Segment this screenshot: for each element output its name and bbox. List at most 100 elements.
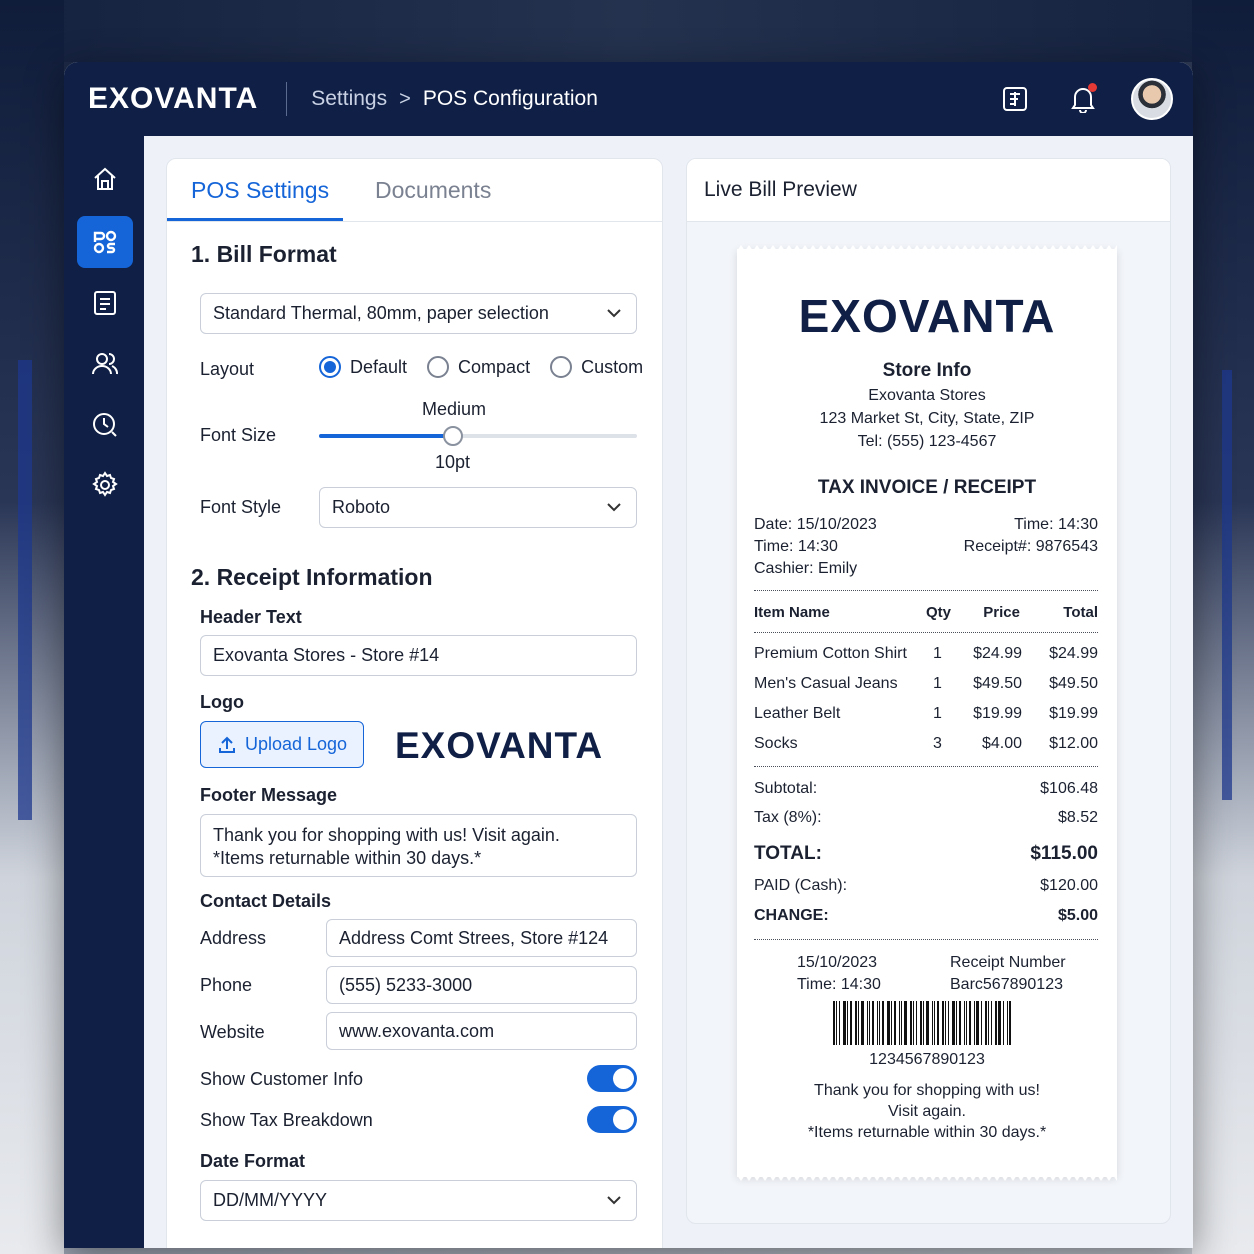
item-name: Premium Cotton Shirt	[754, 645, 907, 662]
address-input[interactable]: Address Comt Strees, Store #124	[326, 919, 637, 957]
sidebar-item-pos[interactable]	[77, 216, 133, 268]
top-icons	[995, 78, 1173, 120]
barcode-bar	[887, 1001, 890, 1045]
footer-line-2: *Items returnable within 30 days.*	[213, 848, 482, 868]
tax-label: Tax (8%):	[754, 809, 822, 826]
barcode-bar	[988, 1001, 989, 1045]
barcode-bar	[899, 1001, 900, 1045]
barcode-bar	[847, 1001, 848, 1045]
show-customer-info-toggle[interactable]	[587, 1065, 637, 1092]
barcode-bar	[937, 1001, 939, 1045]
barcode-number: 1234567890123	[869, 1051, 985, 1068]
phone-input[interactable]: (555) 5233-3000	[326, 966, 637, 1004]
header-text-input[interactable]: Exovanta Stores - Store #14	[200, 635, 637, 676]
layout-radio-default[interactable]	[319, 356, 341, 378]
item-price: $49.50	[973, 675, 1022, 692]
footer-message-input[interactable]: Thank you for shopping with us! Visit ag…	[200, 814, 637, 877]
change-value: $5.00	[1057, 907, 1098, 924]
item-qty: 1	[933, 705, 942, 722]
barcode-bar	[932, 1001, 933, 1045]
bell-icon[interactable]	[1063, 79, 1103, 119]
receipt-cashier: Cashier: Emily	[754, 560, 858, 577]
barcode-bar	[974, 1001, 975, 1045]
barcode-bar	[891, 1001, 892, 1045]
top-bar: EXOVANTA Settings > POS Configuration	[64, 62, 1193, 136]
chevron-down-icon	[607, 503, 621, 512]
bill-format-value: Standard Thermal, 80mm, paper selection	[213, 303, 549, 323]
receipt-doc-title: TAX INVOICE / RECEIPT	[817, 477, 1037, 498]
barcode-bar	[956, 1001, 957, 1045]
receipt-number: Receipt#: 9876543	[963, 538, 1098, 555]
slider-thumb[interactable]	[442, 426, 463, 446]
section-bill-format: 1. Bill Format	[191, 241, 337, 267]
sidebar-item-users[interactable]	[77, 338, 133, 390]
layout-radio-custom[interactable]	[550, 356, 573, 378]
bill-format-select[interactable]: Standard Thermal, 80mm, paper selection	[200, 293, 637, 334]
font-style-select[interactable]: Roboto	[319, 487, 637, 528]
barcode-bar	[934, 1001, 935, 1045]
layout-option-custom: Custom	[581, 356, 644, 377]
website-input[interactable]: www.exovanta.com	[326, 1012, 637, 1050]
barcode-bar	[948, 1001, 949, 1045]
barcode-bar	[998, 1001, 1001, 1045]
font-size-slider[interactable]	[319, 426, 637, 446]
font-size-value: 10pt	[435, 452, 471, 472]
tab-documents[interactable]: Documents	[375, 177, 491, 204]
sidebar-item-history[interactable]	[77, 399, 133, 451]
item-total: $24.99	[1049, 645, 1098, 662]
tab-pos-settings[interactable]: POS Settings	[191, 177, 329, 204]
users-icon	[92, 353, 118, 375]
layout-radio-group: Default Compact Custom	[319, 356, 643, 378]
barcode-bar	[1009, 1001, 1011, 1045]
barcode-bar	[839, 1001, 840, 1045]
receipt-logo: EXOVANTA	[798, 290, 1056, 342]
sidebar-item-documents[interactable]	[77, 277, 133, 329]
barcode-bar	[833, 1001, 835, 1045]
receipt-store-name: Exovanta Stores	[868, 387, 986, 404]
upload-logo-button[interactable]: Upload Logo	[200, 721, 364, 768]
footer-date: 15/10/2023	[797, 954, 878, 971]
receipt-divider	[754, 766, 1098, 767]
sidebar-item-settings[interactable]	[77, 459, 133, 511]
footer-time: Time: 14:30	[797, 976, 881, 993]
website-value: www.exovanta.com	[339, 1020, 495, 1041]
barcode-bar	[910, 1001, 912, 1045]
receipt-preview: EXOVANTA Store Info Exovanta Stores 123 …	[737, 245, 1117, 1181]
document-icon	[94, 291, 116, 315]
item-name: Men's Casual Jeans	[754, 675, 898, 692]
breadcrumb-settings[interactable]: Settings	[311, 87, 387, 111]
layout-option-compact: Compact	[458, 356, 531, 377]
avatar[interactable]	[1131, 78, 1173, 120]
paid-label: PAID (Cash):	[754, 877, 848, 894]
footer-message-label: Footer Message	[200, 785, 338, 805]
item-total: $19.99	[1049, 705, 1098, 722]
subtotal-value: $106.48	[1040, 780, 1098, 797]
barcode-bar	[872, 1001, 874, 1045]
receipt-time-right: Time: 14:30	[1014, 516, 1098, 533]
barcode-bar	[991, 1001, 992, 1045]
layout-radio-compact[interactable]	[427, 356, 450, 378]
sidebar-item-home[interactable]	[77, 153, 133, 205]
divider	[286, 82, 288, 116]
tax-value: $8.52	[1057, 809, 1098, 826]
date-format-select[interactable]: DD/MM/YYYY	[200, 1180, 637, 1221]
phone-value: (555) 5233-3000	[339, 974, 473, 995]
layout-label: Layout	[200, 359, 255, 379]
tab-bar: POS Settings Documents	[167, 159, 662, 222]
item-qty: 1	[933, 645, 942, 662]
notification-dot	[1088, 83, 1097, 92]
show-tax-breakdown-toggle[interactable]	[587, 1106, 637, 1133]
contact-details-label: Contact Details	[200, 891, 332, 911]
barcode-bar	[904, 1001, 907, 1045]
footer-receipt-label: Receipt Number	[950, 954, 1066, 971]
chevron-down-icon	[607, 309, 621, 318]
receipt-top-edge	[737, 245, 1117, 251]
logo-label: Logo	[200, 692, 244, 712]
address-value: Address Comt Strees, Store #124	[339, 927, 609, 948]
barcode-bar	[916, 1001, 917, 1045]
brand-logo[interactable]: EXOVANTA	[88, 82, 258, 116]
document-list-icon[interactable]	[995, 79, 1035, 119]
barcode-bar	[894, 1001, 896, 1045]
barcode-bar	[882, 1001, 884, 1045]
clock-icon	[93, 413, 117, 437]
